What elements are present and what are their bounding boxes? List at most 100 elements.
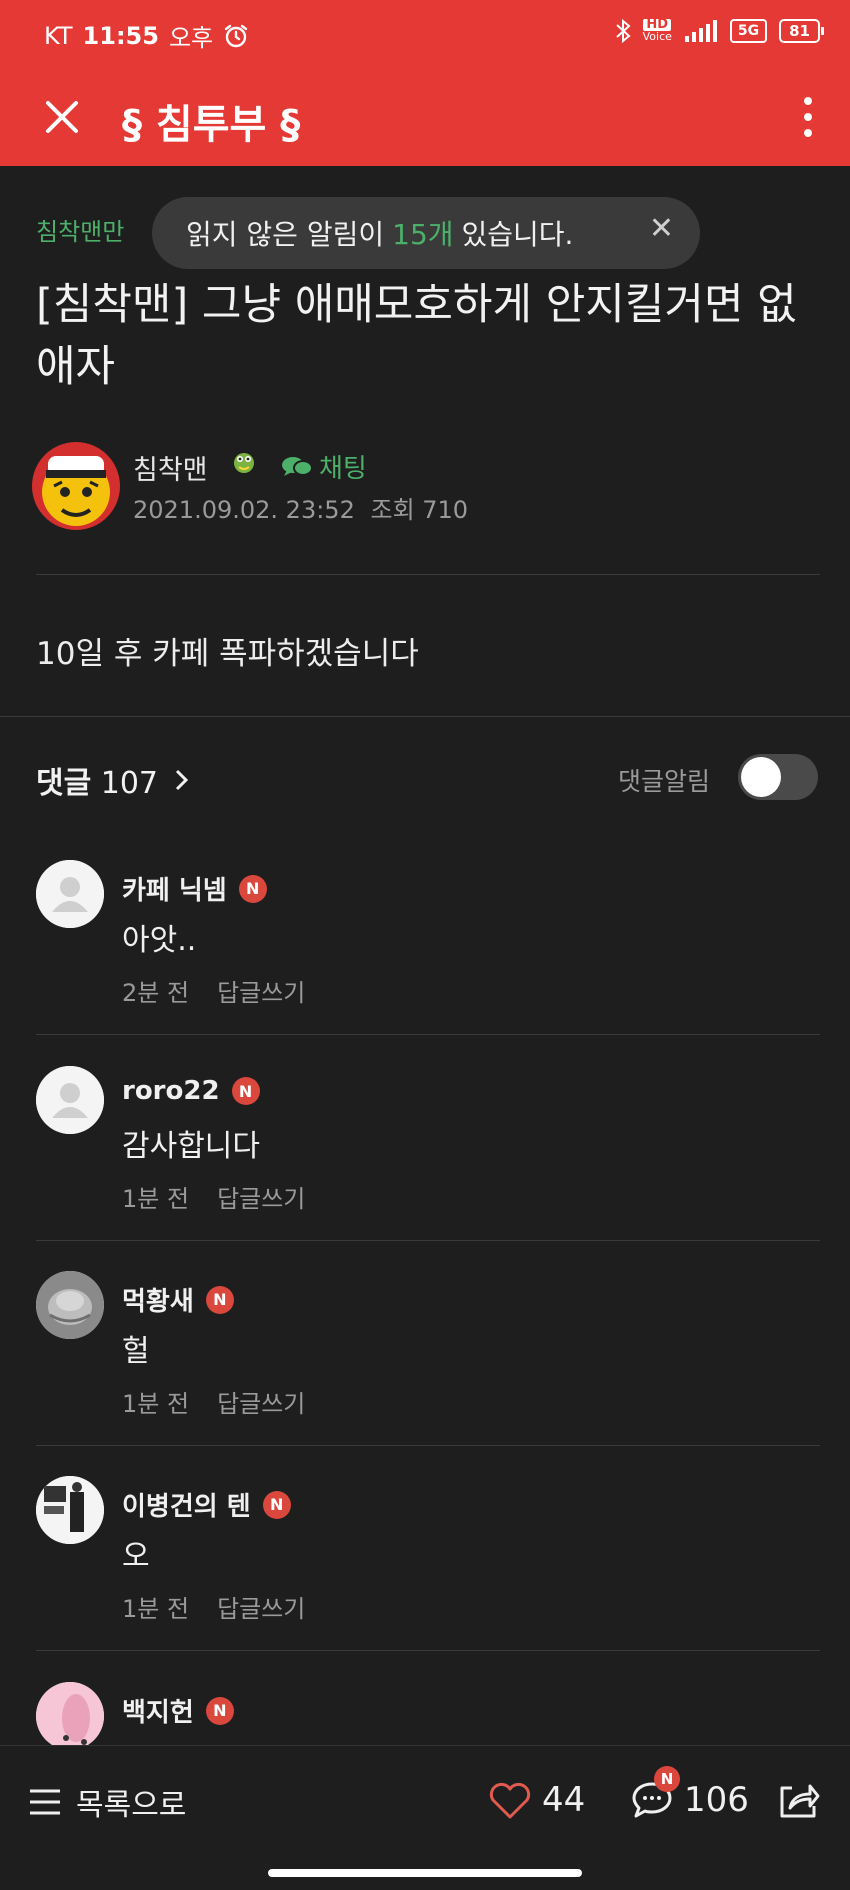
- close-icon: [46, 101, 78, 133]
- default-avatar-icon[interactable]: [36, 860, 104, 928]
- status-bar: KT 11:55 오후 HD Voice 5G 81: [0, 0, 850, 68]
- reply-button[interactable]: 답글쓰기: [217, 1384, 305, 1419]
- comment-author-name: 백지헌: [122, 1698, 194, 1728]
- back-to-list-button[interactable]: 목록으로: [28, 1780, 186, 1824]
- post-title: [침착맨] 그냥 애매모호하게 안지킬거면 없애자: [36, 280, 797, 392]
- comment-time: 1분 전: [122, 1185, 190, 1213]
- reply-button[interactable]: 답글쓰기: [217, 1589, 305, 1624]
- photo-avatar[interactable]: [36, 1682, 104, 1745]
- post-meta: 2021.09.02. 23:52 조회 710: [133, 490, 468, 525]
- comment-text: 감사합니다: [122, 1129, 260, 1164]
- divider: [36, 1445, 820, 1446]
- photo-avatar[interactable]: [36, 1476, 104, 1544]
- like-count: 44: [542, 1780, 586, 1820]
- comment-text: 오: [122, 1539, 150, 1574]
- chat-icon: [282, 456, 313, 476]
- reply-button[interactable]: 답글쓰기: [217, 973, 305, 1008]
- divider: [36, 1034, 820, 1035]
- comment-meta: 1분 전 답글쓰기: [122, 1179, 305, 1214]
- board-link[interactable]: 침착맨만: [36, 212, 124, 247]
- chevron-right-icon: [174, 766, 190, 801]
- comment-notify-toggle[interactable]: [738, 754, 818, 800]
- new-badge: N: [231, 1077, 260, 1105]
- new-badge: N: [238, 874, 267, 903]
- unread-notification-toast[interactable]: 읽지 않은 알림이 15개 있습니다. ✕: [152, 197, 700, 269]
- comments-button[interactable]: N 106: [630, 1766, 749, 1820]
- divider: [36, 574, 820, 575]
- divider: [36, 1240, 820, 1241]
- new-badge: N: [262, 1490, 291, 1519]
- toast-suffix: 있습니다.: [461, 218, 574, 251]
- member-grade-icon: [231, 450, 257, 480]
- battery-indicator: 81: [779, 19, 824, 43]
- comment-author-name: roro22: [122, 1076, 220, 1106]
- comment-time: 1분 전: [122, 1595, 190, 1623]
- voice-label: Voice: [642, 30, 672, 43]
- heart-icon: [489, 1782, 531, 1819]
- comment-notify-label: 댓글알림: [618, 767, 711, 796]
- alarm-icon: [224, 24, 248, 47]
- status-ampm: 오후: [168, 24, 214, 52]
- post-date: 2021.09.02. 23:52: [133, 496, 355, 524]
- comment-meta: 1분 전 답글쓰기: [122, 1589, 305, 1624]
- photo-avatar[interactable]: [36, 1271, 104, 1339]
- app-bar: § 침투부 §: [0, 68, 850, 166]
- author-avatar-image: [32, 442, 120, 530]
- divider: [36, 1650, 820, 1651]
- post-views: 조회 710: [370, 496, 469, 524]
- default-avatar-icon[interactable]: [36, 1066, 104, 1134]
- status-right: HD Voice 5G 81: [615, 18, 824, 44]
- chat-label: 채팅: [319, 454, 367, 484]
- chat-button[interactable]: 채팅: [281, 448, 367, 485]
- new-badge: N: [205, 1285, 234, 1314]
- comment-author-name: 카페 닉넴: [122, 876, 227, 906]
- toggle-knob: [741, 757, 781, 797]
- comment-meta: 1분 전 답글쓰기: [122, 1384, 305, 1419]
- bluetooth-icon: [615, 18, 631, 44]
- comment-author[interactable]: 카페 닉넴 N: [122, 870, 267, 907]
- comment-time: 2분 전: [122, 979, 190, 1007]
- comment-author[interactable]: 이병건의 텐 N: [122, 1486, 291, 1523]
- toast-count: 15개: [392, 218, 454, 251]
- comment-author-name: 먹황새: [122, 1287, 194, 1317]
- new-badge: N: [205, 1696, 234, 1725]
- comment-author[interactable]: 백지헌 N: [122, 1692, 234, 1729]
- status-left: KT 11:55 오후: [44, 18, 249, 53]
- home-indicator[interactable]: [268, 1869, 582, 1877]
- carrier-label: KT: [44, 21, 73, 50]
- more-dot-icon: [804, 129, 812, 137]
- close-button[interactable]: [40, 88, 86, 144]
- signal-icon: [684, 20, 717, 42]
- divider: [0, 716, 850, 717]
- like-button[interactable]: 44: [488, 1780, 585, 1820]
- comments-label: 댓글: [36, 766, 92, 801]
- comment-count: 106: [684, 1780, 749, 1820]
- hd-voice-indicator: HD Voice: [642, 18, 672, 43]
- status-time: 11:55: [82, 21, 159, 50]
- post-body: 10일 후 카페 폭파하겠습니다: [36, 636, 419, 672]
- author-avatar[interactable]: [32, 442, 120, 530]
- reply-button[interactable]: 답글쓰기: [217, 1179, 305, 1214]
- list-icon: [30, 1789, 60, 1815]
- comment-text: 아앗..: [122, 923, 197, 958]
- share-button[interactable]: [776, 1780, 820, 1824]
- comments-count: 107: [100, 766, 159, 801]
- comment-new-badge: N: [654, 1766, 680, 1792]
- back-to-list-label: 목록으로: [76, 1788, 187, 1823]
- comments-header-link[interactable]: 댓글 107: [36, 758, 190, 802]
- author-name[interactable]: 침착맨: [133, 448, 208, 487]
- cafe-title: § 침투부 §: [122, 102, 301, 148]
- comment-text: 헐: [122, 1334, 150, 1369]
- comment-item: 백지헌 N: [0, 1682, 850, 1745]
- comment-author[interactable]: 먹황새 N: [122, 1281, 234, 1318]
- toast-close-button[interactable]: ✕: [649, 211, 674, 246]
- more-menu-button[interactable]: [796, 90, 820, 144]
- share-icon: [780, 1784, 820, 1818]
- toast-prefix: 읽지 않은 알림이: [186, 218, 385, 251]
- comment-author[interactable]: roro22 N: [122, 1076, 260, 1106]
- comment-meta: 2분 전 답글쓰기: [122, 973, 305, 1008]
- network-type: 5G: [729, 19, 768, 43]
- more-dot-icon: [804, 113, 812, 121]
- comment-author-name: 이병건의 텐: [122, 1492, 251, 1522]
- more-dot-icon: [804, 97, 812, 105]
